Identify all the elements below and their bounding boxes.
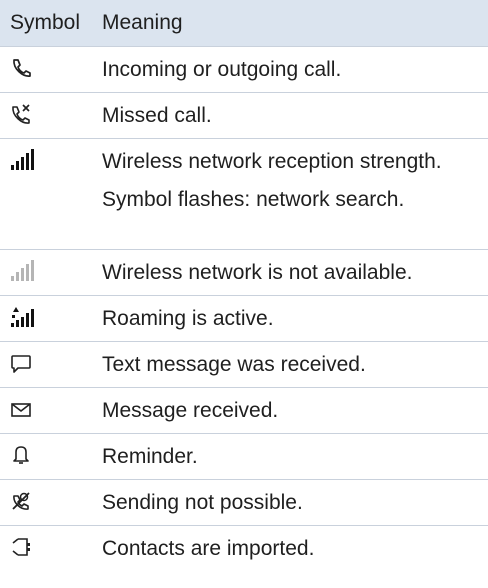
table-row: Missed call. (0, 92, 488, 138)
table-row: Sending not possible. (0, 479, 488, 525)
table-row: Wireless network is not available. (0, 249, 488, 295)
signal-unavailable-icon (0, 250, 102, 295)
meaning-text: Text message was received. (102, 353, 366, 376)
table-row: Wireless network reception strength. Sym… (0, 138, 488, 249)
meaning-text: Contacts are imported. (102, 537, 315, 560)
table-row: Incoming or outgoing call. (0, 46, 488, 92)
table-row: Contacts are imported. (0, 525, 488, 571)
symbol-table: Symbol Meaning Incoming or outgoing call… (0, 0, 488, 571)
meaning-text: Sending not possible. (102, 491, 303, 514)
header-meaning: Meaning (102, 11, 183, 34)
envelope-icon (0, 388, 102, 433)
meaning-text: Reminder. (102, 445, 198, 468)
contacts-import-icon (0, 526, 102, 571)
table-row: Reminder. (0, 433, 488, 479)
meaning-text: Wireless network reception strength. (102, 150, 442, 173)
phone-handset-icon (0, 47, 102, 92)
meaning-text: Message received. (102, 399, 279, 422)
meaning-text: Wireless network is not available. (102, 261, 413, 284)
meaning-text: Roaming is active. (102, 307, 274, 330)
meaning-text: Incoming or outgoing call. (102, 58, 342, 81)
meaning-text: Missed call. (102, 104, 212, 127)
table-row: Roaming is active. (0, 295, 488, 341)
bell-icon (0, 434, 102, 479)
table-row: Text message was received. (0, 341, 488, 387)
header-symbol: Symbol (10, 11, 81, 34)
table-header: Symbol Meaning (0, 0, 488, 46)
missed-call-icon (0, 93, 102, 138)
speech-bubble-icon (0, 342, 102, 387)
signal-strength-icon (0, 139, 102, 249)
meaning-text: Symbol flashes: network search. (102, 188, 405, 211)
table-row: Message received. (0, 387, 488, 433)
sending-blocked-icon (0, 480, 102, 525)
roaming-icon (0, 296, 102, 341)
